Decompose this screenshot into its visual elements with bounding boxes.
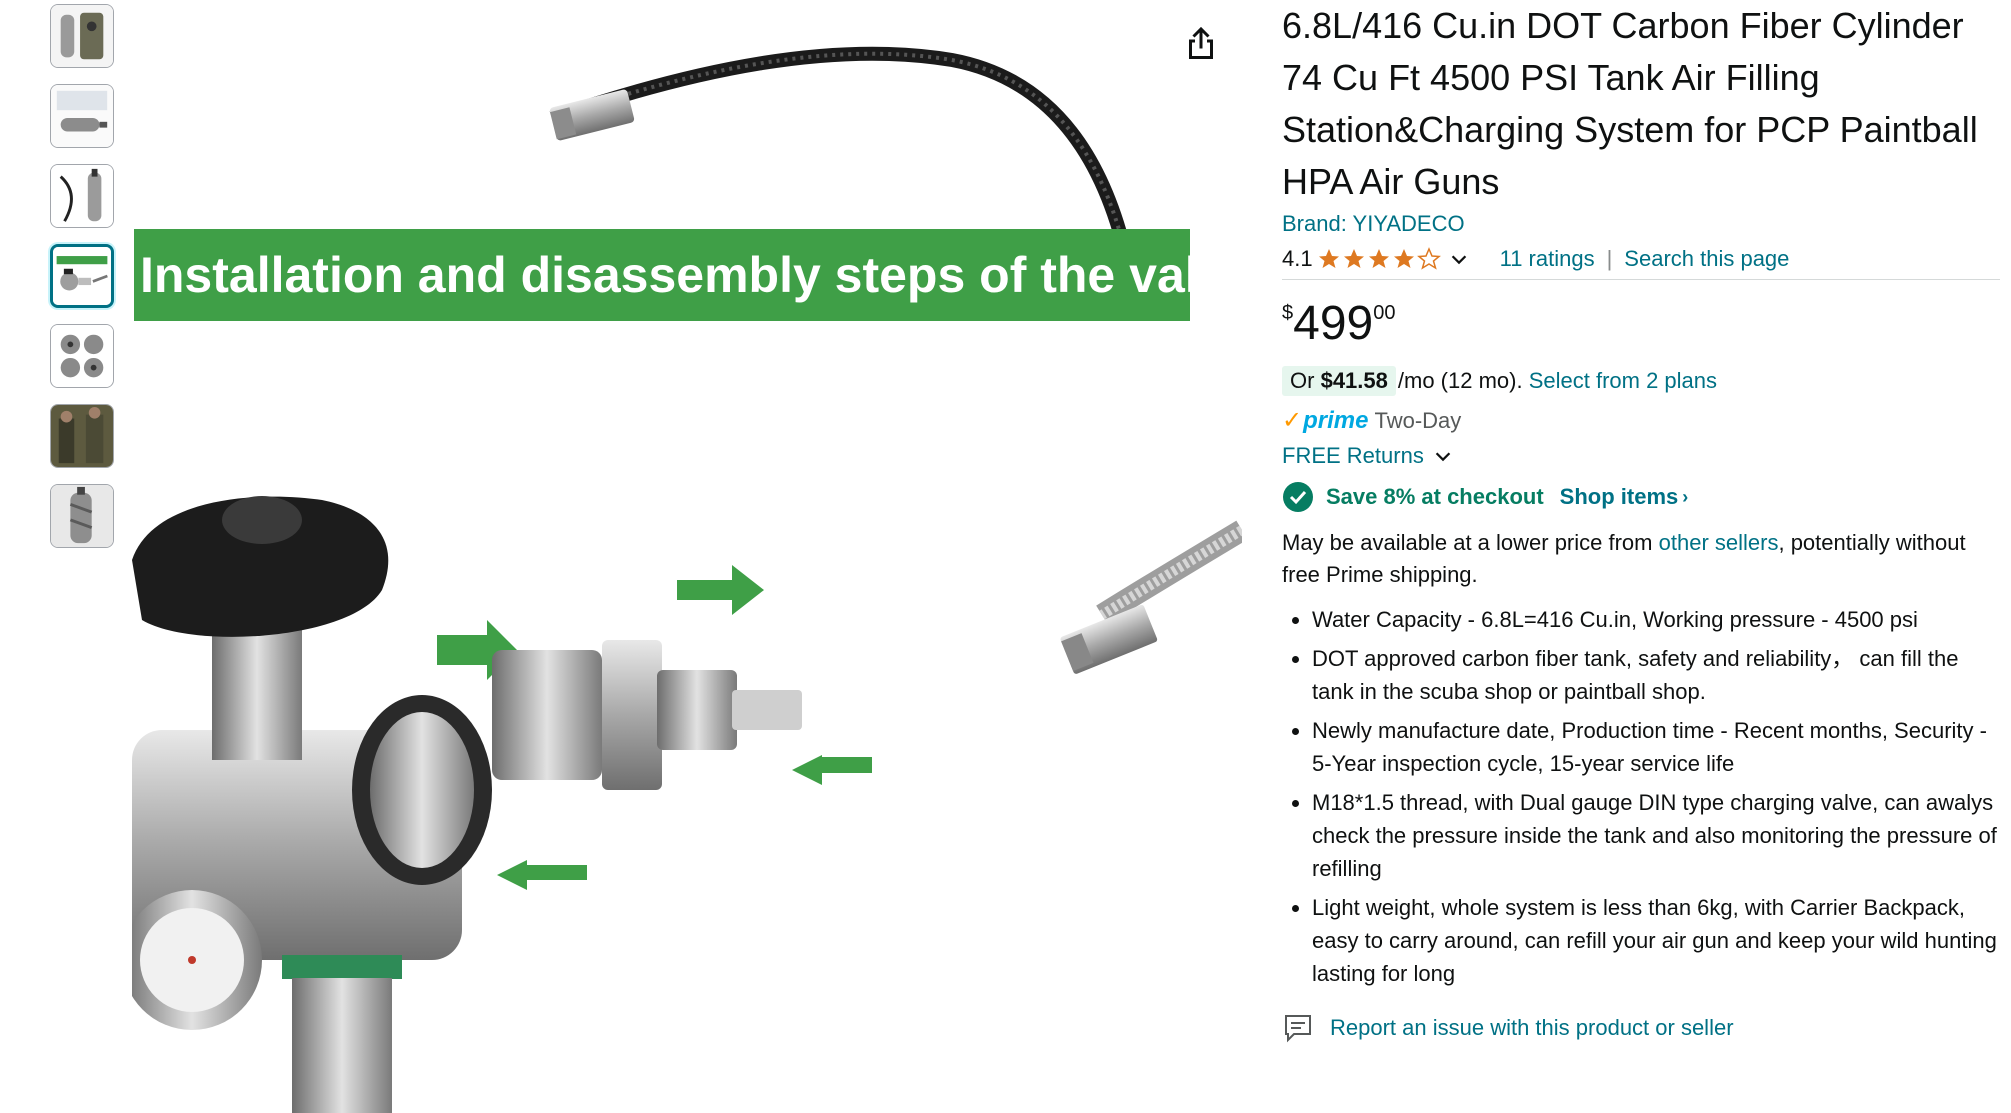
prime-delivery: Two-Day [1374, 407, 1462, 433]
prime-label: prime [1303, 406, 1369, 434]
share-icon[interactable] [1183, 26, 1219, 62]
monthly-prefix: Or [1290, 368, 1315, 393]
chevron-down-icon[interactable] [1448, 248, 1470, 270]
monthly-suffix: /mo (12 mo). [1397, 368, 1523, 393]
image-banner: Installation and disassembly steps of th… [134, 229, 1254, 321]
select-plans-link[interactable]: Select from 2 plans [1529, 368, 1717, 394]
prime-row: ✓ prime Two-Day [1282, 406, 2000, 435]
coupon-row: Save 8% at checkout Shop items › [1282, 481, 2000, 513]
search-page-link[interactable]: Search this page [1624, 246, 1789, 272]
star-rating[interactable] [1317, 247, 1442, 271]
save-text: Save 8% at checkout [1326, 484, 1544, 509]
separator: | [1606, 246, 1613, 271]
monthly-payment-row: Or $41.58 /mo (12 mo). Select from 2 pla… [1282, 366, 2000, 396]
price-symbol: $ [1282, 302, 1294, 324]
feature-bullet: Light weight, whole system is less than … [1312, 891, 2000, 990]
product-title: 6.8L/416 Cu.in DOT Carbon Fiber Cylinder… [1282, 5, 1978, 202]
monthly-amount: $41.58 [1320, 368, 1388, 393]
chevron-down-icon [1435, 452, 1451, 462]
star-icon [1368, 249, 1389, 268]
lower-price-prefix: May be available at a lower price from [1282, 530, 1653, 555]
thumbnail-2[interactable] [50, 84, 114, 148]
free-returns[interactable]: FREE Returns [1282, 443, 2000, 469]
feature-bullets: Water Capacity - 6.8L=416 Cu.in, Working… [1282, 603, 2000, 990]
thumbnail-6[interactable] [50, 404, 114, 468]
ratings-count-link[interactable]: 11 ratings [1500, 246, 1595, 272]
report-issue[interactable]: Report an issue with this product or sel… [1282, 1012, 2000, 1044]
shop-items-link[interactable]: Shop items [1560, 484, 1679, 510]
thumbnail-3[interactable] [50, 164, 114, 228]
thumbnail-7[interactable] [50, 484, 114, 548]
lower-price-note: May be available at a lower price from o… [1282, 527, 2000, 591]
star-icon [1393, 249, 1414, 268]
returns-label: FREE Returns [1282, 443, 1424, 468]
thumbnail-5[interactable] [50, 324, 114, 388]
feature-bullet: M18*1.5 thread, with Dual gauge DIN type… [1312, 786, 2000, 885]
feature-bullet: Water Capacity - 6.8L=416 Cu.in, Working… [1312, 603, 2000, 636]
star-icon [1343, 249, 1364, 268]
chevron-right-icon: › [1682, 486, 1689, 507]
thumbnail-strip [50, 4, 120, 564]
feature-bullet: Newly manufacture date, Production time … [1312, 714, 2000, 780]
check-circle-icon [1283, 482, 1313, 512]
price-fraction: 00 [1373, 302, 1396, 324]
thumbnail-4-selected[interactable] [50, 244, 114, 308]
thumbnail-1[interactable] [50, 4, 114, 68]
star-empty-icon [1416, 247, 1441, 270]
feature-bullet: DOT approved carbon fiber tank, safety a… [1312, 642, 2000, 708]
product-info-panel: 6.8L/416 Cu.in DOT Carbon Fiber Cylinder… [1282, 0, 2000, 1044]
prime-logo: ✓ prime [1282, 406, 1369, 435]
report-link: Report an issue with this product or sel… [1330, 1015, 1734, 1040]
price-whole: 499 [1293, 297, 1374, 350]
brand-link[interactable]: Brand: YIYADECO [1282, 211, 2000, 237]
other-sellers-link[interactable]: other sellers [1659, 530, 1779, 555]
rating-value: 4.1 [1282, 246, 1313, 271]
price: $ 499 00 [1282, 294, 2000, 354]
report-icon [1285, 1015, 1311, 1043]
monthly-badge: Or $41.58 [1282, 366, 1396, 396]
main-product-image[interactable] [132, 0, 1242, 1113]
rating-row: 4.1 11 ratings | Search this page [1282, 243, 2000, 280]
star-icon [1318, 249, 1339, 268]
